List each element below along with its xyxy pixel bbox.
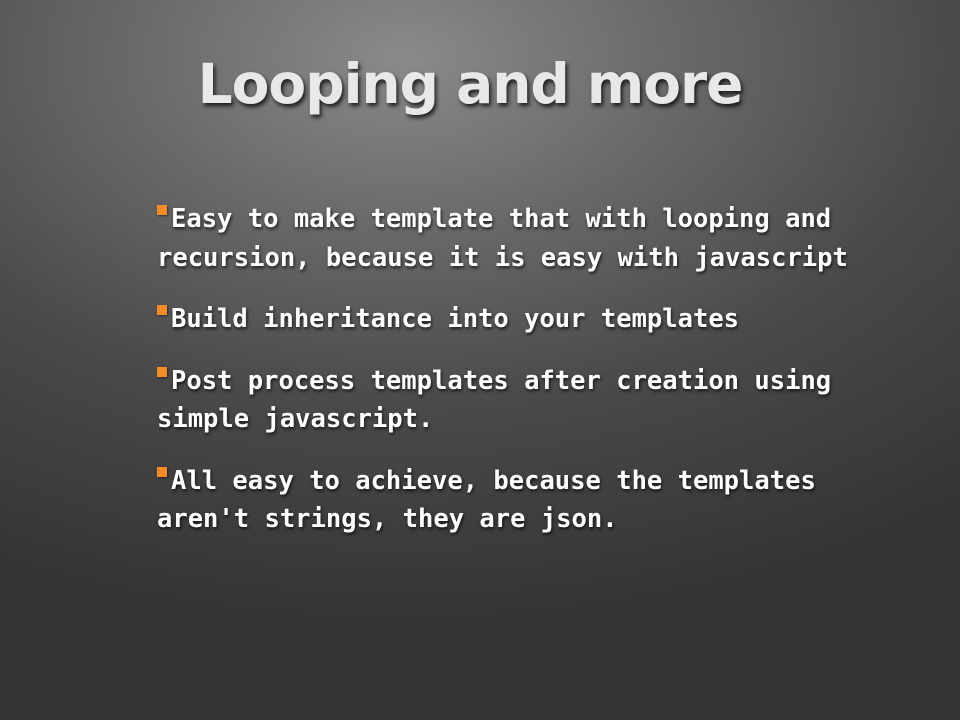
square-bullet-icon [157,366,167,377]
bullet-item: All easy to achieve, because the templat… [157,462,897,539]
bullet-text: All easy to achieve, because the templat… [157,465,816,535]
bullet-item: Build inheritance into your templates [157,300,897,339]
bullet-text: Build inheritance into your templates [171,304,740,334]
bullet-list: Easy to make template that with looping … [157,200,897,562]
bullet-item: Easy to make template that with looping … [157,200,897,277]
slide: Looping and more Easy to make template t… [0,0,960,720]
slide-title: Looping and more [197,52,744,116]
bullet-item: Post process templates after creation us… [157,362,897,439]
bullet-text: Easy to make template that with looping … [157,204,848,273]
square-bullet-icon [157,205,167,215]
square-bullet-icon [157,466,167,477]
square-bullet-icon [157,305,167,315]
bullet-text: Post process templates after creation us… [157,365,832,435]
